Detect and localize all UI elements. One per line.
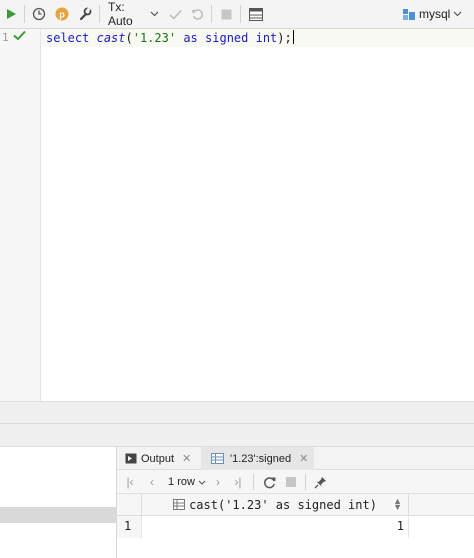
svg-text:p: p (59, 10, 65, 20)
p-badge-icon: p (55, 7, 69, 21)
selected-tree-row[interactable] (0, 507, 116, 523)
last-page-icon: ›| (234, 475, 242, 489)
chevron-down-icon (150, 11, 158, 17)
editor-toolbar: p Tx: Auto mysql (0, 0, 474, 29)
stop-icon (221, 9, 231, 19)
row-number-column: 1 (117, 516, 141, 538)
keyword-as: as (183, 31, 198, 45)
close-paren-semicolon: ); (277, 31, 292, 45)
sql-editor[interactable]: 1 select cast('1.23' as signed int); (0, 29, 474, 401)
results-toolbar: |‹ ‹ 1 row › ›| (117, 470, 474, 494)
clock-icon (32, 7, 46, 21)
row-number: 1 (124, 519, 132, 533)
line-number: 1 (2, 31, 9, 44)
check-icon (168, 9, 182, 20)
rollback-button[interactable] (189, 4, 205, 24)
refresh-icon (263, 476, 275, 488)
next-page-button[interactable]: › (211, 473, 225, 491)
transaction-mode-dropdown[interactable]: Tx: Auto (108, 0, 158, 28)
first-page-button[interactable]: |‹ (123, 473, 137, 491)
open-paren: ( (125, 31, 133, 45)
results-grid-header: cast('1.23' as signed int) ▲ ▼ (117, 494, 474, 516)
pin-icon (314, 476, 326, 488)
editor-gutter: 1 (0, 29, 41, 401)
code-line[interactable]: select cast('1.23' as signed int); (46, 30, 294, 47)
close-icon[interactable]: ✕ (299, 452, 308, 465)
tab-result-label: '1.23':signed (230, 452, 292, 465)
column-header-label: cast('1.23' as signed int) (189, 497, 377, 512)
column-icon (173, 499, 186, 510)
wrench-icon (79, 7, 92, 21)
history-button[interactable] (30, 4, 48, 24)
chevron-down-icon (453, 11, 462, 17)
chevron-right-icon: › (216, 475, 220, 489)
explain-plan-button[interactable]: p (53, 4, 71, 24)
sort-icon[interactable]: ▲ ▼ (393, 497, 402, 512)
table-cell[interactable]: 1 (141, 516, 409, 538)
table-row[interactable]: 1 1 (117, 516, 474, 538)
keyword-int: int (255, 31, 278, 45)
cancel-query-button[interactable] (284, 473, 298, 491)
tab-output-label: Output (141, 452, 175, 465)
first-page-icon: |‹ (126, 475, 134, 489)
text-caret (292, 30, 294, 44)
console-icon (125, 453, 137, 464)
refresh-button[interactable] (261, 473, 277, 491)
datasource-icon (403, 8, 415, 20)
table-icon (211, 453, 224, 464)
check-icon (13, 30, 26, 41)
stop-button[interactable] (218, 4, 234, 24)
tab-output[interactable]: Output ✕ (125, 447, 191, 470)
column-header[interactable]: cast('1.23' as signed int) ▲ ▼ (141, 494, 409, 515)
last-page-button[interactable]: ›| (231, 473, 245, 491)
keyword-signed: signed (205, 31, 249, 45)
commit-button[interactable] (167, 4, 183, 24)
string-literal: '1.23' (132, 31, 177, 45)
table-icon (249, 7, 263, 21)
settings-button[interactable] (76, 4, 94, 24)
results-table-button[interactable] (247, 4, 265, 24)
datasource-selector[interactable]: mysql (402, 4, 472, 24)
row-count-label: 1 row (168, 476, 195, 488)
function-cast: cast (96, 31, 126, 45)
keyword-select: select (46, 31, 90, 45)
row-count-dropdown[interactable]: 1 row (165, 473, 209, 491)
tab-result[interactable]: '1.23':signed ✕ (201, 447, 315, 470)
splitter-bar[interactable] (0, 401, 474, 423)
stop-icon (286, 477, 296, 487)
services-tree[interactable] (0, 446, 117, 558)
datasource-label: mysql (419, 7, 451, 21)
results-tabs: Output ✕ '1.23':signed ✕ (117, 446, 474, 470)
execute-button[interactable] (3, 4, 19, 24)
close-icon[interactable]: ✕ (182, 452, 191, 465)
chevron-left-icon: ‹ (150, 475, 154, 489)
pin-tab-button[interactable] (312, 473, 328, 491)
previous-page-button[interactable]: ‹ (145, 473, 159, 491)
play-icon (7, 9, 16, 19)
tx-mode-label: Tx: Auto (108, 0, 133, 28)
undo-icon (191, 8, 203, 20)
chevron-down-icon (198, 480, 206, 485)
services-header (0, 423, 474, 446)
cell-value: 1 (396, 519, 404, 533)
